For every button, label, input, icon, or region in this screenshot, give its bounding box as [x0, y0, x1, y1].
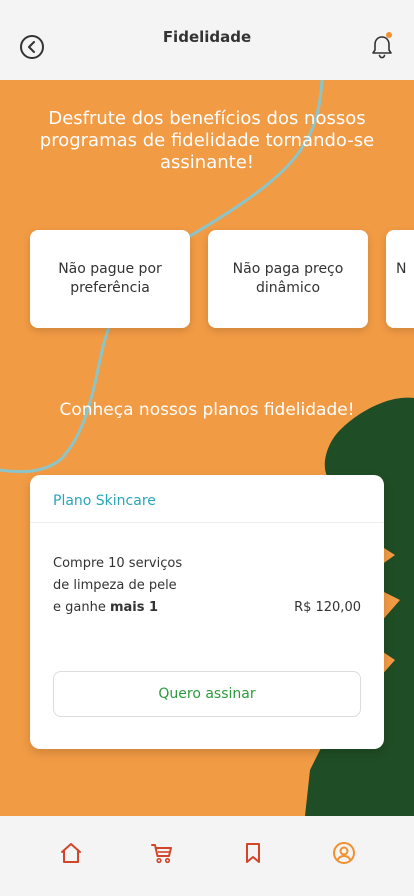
plan-name: Plano Skincare: [53, 492, 156, 509]
nav-home[interactable]: [49, 831, 93, 875]
bottom-navigation: [0, 816, 414, 896]
plan-details: Compre 10 serviços de limpeza de pele e …: [53, 553, 361, 619]
plan-card: Plano Skincare Compre 10 serviços de lim…: [30, 475, 384, 749]
benefit-label: N: [396, 261, 407, 277]
notifications-button[interactable]: [370, 32, 394, 60]
home-icon: [60, 843, 81, 863]
hero-text: Desfrute dos benefícios dos nossos progr…: [39, 108, 375, 173]
plans-section-title: Conheça nossos planos fidelidade!: [59, 400, 355, 420]
nav-bookmarks[interactable]: [231, 831, 275, 875]
benefit-label: Não pague por preferência: [58, 261, 162, 296]
back-button[interactable]: [20, 35, 44, 59]
page-title: Fidelidade: [162, 28, 252, 46]
notification-dot: [386, 32, 392, 38]
plan-header: Plano Skincare: [30, 475, 384, 523]
loyalty-banner: Desfrute dos benefícios dos nossos progr…: [0, 80, 414, 816]
benefit-label: Não paga preço dinâmico: [232, 261, 344, 296]
nav-cart[interactable]: [140, 831, 184, 875]
benefit-card[interactable]: Não paga preço dinâmico: [208, 230, 368, 328]
user-circle-icon: [332, 842, 355, 864]
benefits-carousel[interactable]: Não pague por preferência Não paga preço…: [30, 230, 414, 328]
subscribe-button[interactable]: Quero assinar: [53, 671, 361, 717]
chevron-left-icon: [28, 41, 35, 53]
plan-description-bonus: mais 1: [109, 600, 159, 615]
benefit-card[interactable]: N: [386, 230, 414, 328]
bookmark-icon: [245, 843, 260, 863]
nav-profile[interactable]: [322, 831, 366, 875]
bell-icon: [372, 36, 392, 59]
app-header: Fidelidade: [0, 0, 414, 80]
plan-price: R$ 120,00: [294, 600, 361, 615]
cart-icon: [150, 844, 172, 864]
benefit-card[interactable]: Não pague por preferência: [30, 230, 190, 328]
plan-description: Compre 10 serviços de limpeza de pele e …: [53, 553, 183, 619]
